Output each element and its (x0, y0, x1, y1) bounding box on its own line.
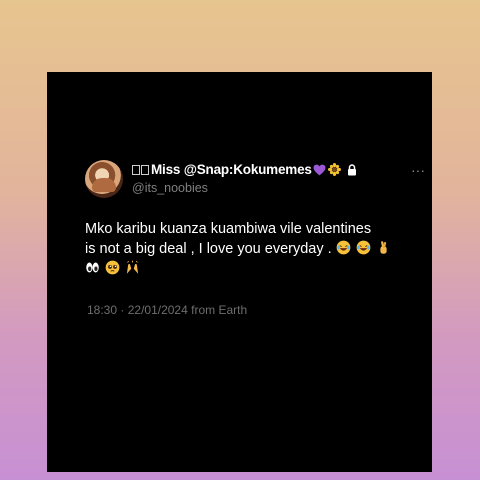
avatar[interactable] (85, 160, 123, 198)
purple-heart-icon (313, 164, 326, 175)
tweet-meta: 18:30 · 22/01/2024 from Earth (87, 303, 247, 317)
flag-icon (141, 164, 149, 175)
user-handle[interactable]: @its_noobies (132, 181, 208, 195)
laughing-crying-emoji-icon (336, 240, 351, 255)
raised-hands-emoji-icon (126, 260, 139, 274)
tweet-text-line3 (85, 259, 385, 279)
more-options-icon[interactable]: ··· (411, 162, 425, 178)
tweet-text-line1: Mko karibu kuanza kuambiwa vile valentin… (85, 221, 372, 237)
pleading-face-emoji-icon (105, 260, 120, 275)
tweet-source: from Earth (191, 303, 248, 317)
laughing-crying-emoji-icon (356, 240, 371, 255)
meta-separator: · (120, 303, 128, 317)
tweet-date: 22/01/2024 (127, 303, 188, 317)
tweet-time: 18:30 (87, 303, 118, 317)
lock-icon (347, 163, 356, 175)
name-row[interactable]: Miss @Snap:Kokumemes (132, 162, 357, 177)
tweet-text: Mko karibu kuanza kuambiwa vile valentin… (85, 219, 387, 279)
crossed-fingers-emoji-icon (380, 241, 387, 254)
display-name[interactable]: Miss @Snap:Kokumemes (151, 162, 312, 177)
tweet-header: Miss @Snap:Kokumemes ··· @its_noobies (85, 160, 425, 200)
eyes-emoji-icon (86, 262, 99, 273)
tweet-text-line2-text: is not a big deal , I love you everyday … (85, 241, 332, 257)
tweet-text-line2: is not a big deal , I love you everyday … (85, 239, 387, 259)
sunflower-icon (327, 163, 341, 176)
flag-icon (132, 164, 140, 175)
